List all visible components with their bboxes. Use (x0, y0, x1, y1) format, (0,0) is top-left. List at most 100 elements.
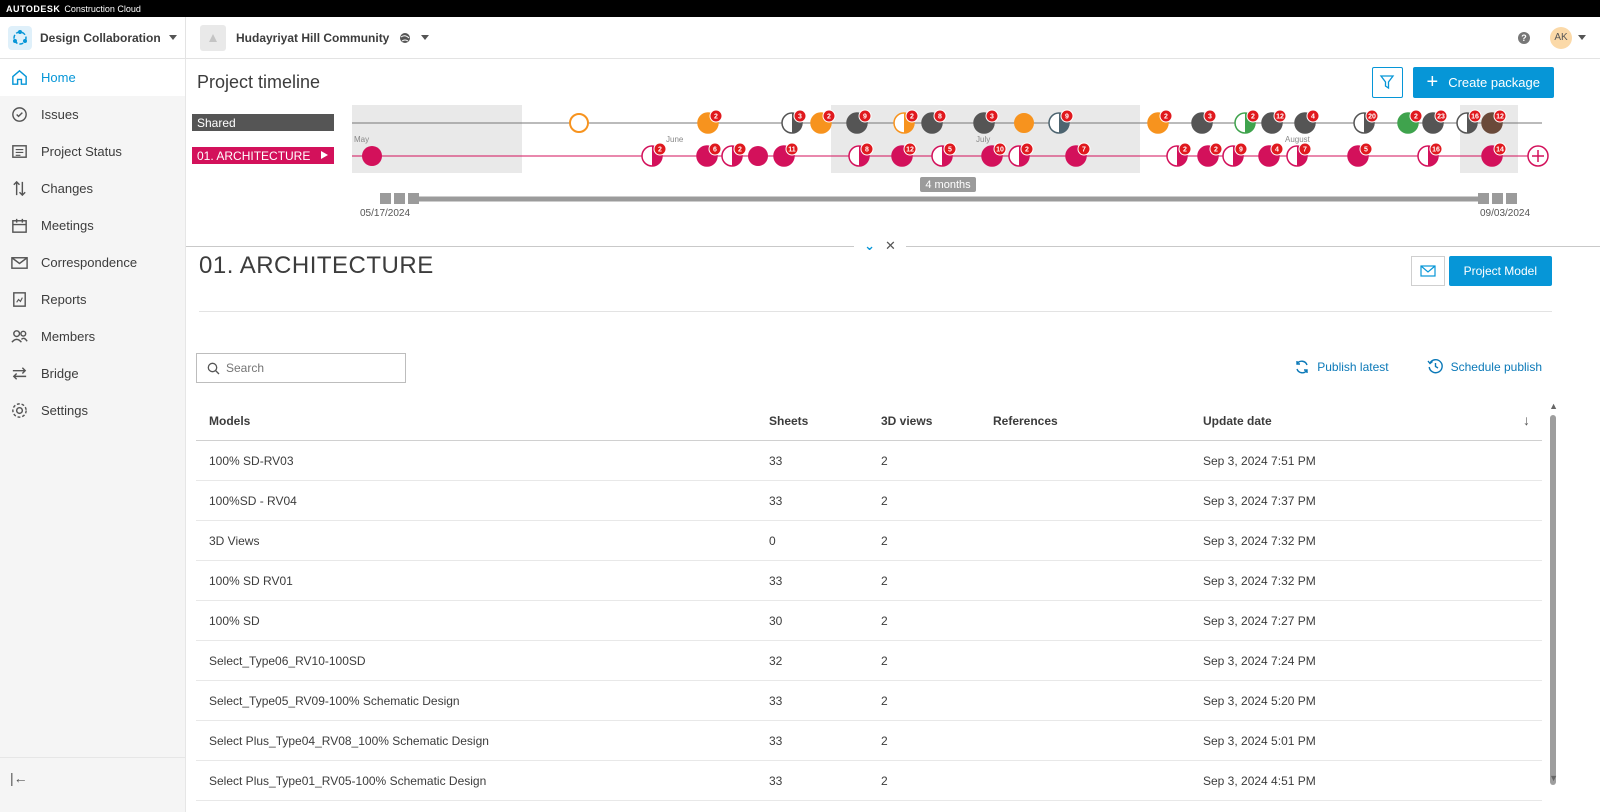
project-switcher[interactable]: Hudayriyat Hill Community (186, 24, 430, 51)
lane-shared[interactable]: Shared (192, 114, 334, 131)
model-name-cell: Select Plus_Type04_RV08_100% Schematic D… (209, 733, 489, 748)
issue-count-text: 9 (1065, 114, 1069, 121)
column-header-3d-views[interactable]: 3D views (881, 414, 993, 428)
issue-count-text: 2 (1251, 114, 1255, 121)
timeline-header: Project timeline + Create package (186, 59, 1600, 105)
issue-count-text: 2 (910, 114, 914, 121)
main-content: Project timeline + Create package Shared… (186, 59, 1600, 812)
close-icon[interactable]: ✕ (885, 238, 896, 254)
create-package-label: Create package (1448, 74, 1540, 90)
project-name: Hudayriyat Hill Community (236, 30, 390, 45)
app-switcher[interactable]: Design Collaboration (0, 17, 186, 58)
status-icon (12, 145, 27, 158)
package-marker[interactable] (1014, 113, 1034, 133)
issue-count-text: 4 (1275, 147, 1279, 154)
scrollbar-thumb[interactable] (1550, 415, 1556, 785)
scrollbar[interactable] (1550, 415, 1556, 785)
lane-label: Shared (197, 115, 236, 130)
sidebar-item-changes[interactable]: Changes (0, 170, 185, 207)
sidebar-item-project-status[interactable]: Project Status (0, 133, 185, 170)
range-end-date: 09/03/2024 (1480, 208, 1531, 219)
issue-count-text: 12 (1276, 114, 1284, 121)
issue-count-text: 12 (1496, 114, 1504, 121)
sidebar-item-members[interactable]: Members (0, 318, 185, 355)
column-header-models[interactable]: Models (209, 414, 769, 428)
jump-start-button[interactable] (380, 193, 391, 204)
update-date-cell: Sep 3, 2024 7:51 PM (1203, 453, 1316, 468)
sheets-cell: 33 (769, 573, 783, 588)
issue-count-text: 9 (1239, 147, 1243, 154)
views-cell: 2 (881, 533, 888, 548)
table-row[interactable]: Select Plus_Type01_RV05-100% Schematic D… (196, 761, 1542, 801)
table-row[interactable]: 100% SD-RV03 33 2 Sep 3, 2024 7:51 PM (196, 441, 1542, 481)
table-row[interactable]: Select_Type05_RV09-100% Schematic Design… (196, 681, 1542, 721)
publish-latest-button[interactable]: Publish latest (1294, 358, 1389, 375)
range-duration-badge: 4 months (920, 177, 976, 192)
package-marker[interactable] (569, 113, 589, 133)
issue-count-text: 3 (798, 114, 802, 121)
range-end-handle[interactable] (1478, 193, 1489, 204)
table-row[interactable]: 100% SD 30 2 Sep 3, 2024 7:27 PM (196, 601, 1542, 641)
package-marker[interactable] (748, 146, 768, 166)
sidebar-item-issues[interactable]: Issues (0, 96, 185, 133)
collapse-sidebar-button[interactable]: |← (10, 770, 28, 786)
update-date-cell: Sep 3, 2024 7:37 PM (1203, 493, 1316, 508)
column-header-references[interactable]: References (993, 414, 1203, 428)
views-cell: 2 (881, 653, 888, 668)
column-header-sheets[interactable]: Sheets (769, 414, 881, 428)
sidebar-item-meetings[interactable]: Meetings (0, 207, 185, 244)
changes-icon (13, 180, 26, 197)
publish-latest-label: Publish latest (1317, 359, 1389, 374)
sheets-cell: 33 (769, 453, 783, 468)
design-collaboration-icon (8, 25, 32, 50)
scroll-up-arrow[interactable]: ▲ (1549, 401, 1558, 411)
project-model-button[interactable]: Project Model (1448, 256, 1552, 286)
issue-count-text: 5 (948, 147, 952, 154)
range-start-handle[interactable] (408, 193, 419, 204)
sheets-cell: 32 (769, 653, 783, 668)
schedule-publish-button[interactable]: Schedule publish (1427, 358, 1542, 375)
model-name-cell: 100% SD (209, 613, 260, 628)
step-forward-button[interactable] (1492, 193, 1503, 204)
scroll-down-arrow[interactable]: ▼ (1549, 773, 1558, 783)
sheets-cell: 33 (769, 693, 783, 708)
month-label: July (976, 135, 990, 144)
issue-count-text: 2 (827, 114, 831, 121)
lane-architecture[interactable]: 01. ARCHITECTURE (192, 147, 334, 164)
sort-descending-icon[interactable]: ↓ (1523, 412, 1530, 428)
search-box[interactable] (196, 353, 406, 383)
step-back-button[interactable] (394, 193, 405, 204)
email-button[interactable] (1410, 256, 1445, 286)
table-row[interactable]: 100%SD - RV04 33 2 Sep 3, 2024 7:37 PM (196, 481, 1542, 521)
sidebar-item-label: Bridge (41, 366, 79, 381)
views-cell: 2 (881, 693, 888, 708)
filter-button[interactable] (1371, 66, 1403, 98)
sidebar-item-correspondence[interactable]: Correspondence (0, 244, 185, 281)
project-timeline: Shared 01. ARCHITECTURE May June July Au… (186, 105, 1600, 247)
sidebar-item-label: Settings (41, 403, 88, 418)
jump-end-button[interactable] (1506, 193, 1517, 204)
issue-count-text: 16 (1432, 147, 1440, 154)
table-row[interactable]: 3D Views 0 2 Sep 3, 2024 7:32 PM (196, 521, 1542, 561)
autodesk-logo: AUTODESK (6, 3, 61, 14)
sidebar-item-reports[interactable]: Reports (0, 281, 185, 318)
sidebar-item-bridge[interactable]: Bridge (0, 355, 185, 392)
avatar: AK (1550, 26, 1572, 49)
sidebar-item-settings[interactable]: Settings (0, 392, 185, 429)
timeline-canvas[interactable]: May June July August 2 3 2 9 2 8 3 9 2 3 2 12 4 20 2 23… (352, 105, 1600, 247)
models-table: Models Sheets 3D views References Update… (196, 401, 1542, 801)
sidebar: Home Issues Project Status Changes Meeti… (0, 59, 186, 812)
create-package-button[interactable]: + Create package (1412, 66, 1554, 98)
sidebar-item-home[interactable]: Home (0, 59, 185, 96)
table-row[interactable]: 100% SD RV01 33 2 Sep 3, 2024 7:32 PM (196, 561, 1542, 601)
package-marker[interactable] (362, 146, 382, 166)
column-header-update-date[interactable]: Update date (1203, 414, 1542, 428)
chevron-down-icon[interactable]: ⌄ (864, 238, 875, 254)
update-date-cell: Sep 3, 2024 4:51 PM (1203, 773, 1316, 788)
issue-count-text: 2 (1183, 147, 1187, 154)
help-icon[interactable]: ? (1518, 31, 1530, 44)
search-input[interactable] (226, 361, 386, 375)
user-menu[interactable]: AK (1550, 26, 1586, 49)
table-row[interactable]: Select_Type06_RV10-100SD 32 2 Sep 3, 2024 7… (196, 641, 1542, 681)
table-row[interactable]: Select Plus_Type04_RV08_100% Schematic D… (196, 721, 1542, 761)
